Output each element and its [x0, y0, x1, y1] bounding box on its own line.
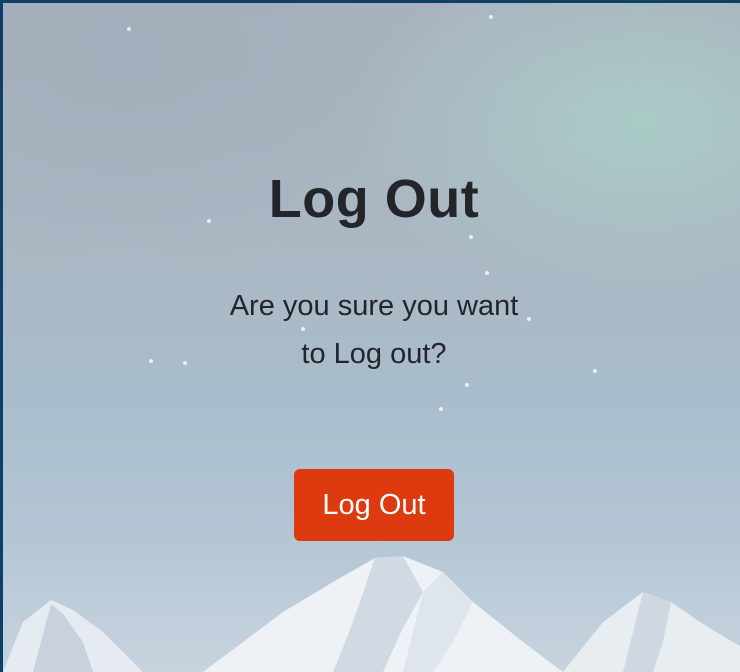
confirmation-message: Are you sure you want to Log out?: [229, 290, 519, 370]
page-title: Log Out: [268, 169, 480, 229]
logout-dialog: Log Out Are you sure you want to Log out…: [0, 0, 740, 672]
logout-button[interactable]: Log Out: [294, 469, 454, 541]
